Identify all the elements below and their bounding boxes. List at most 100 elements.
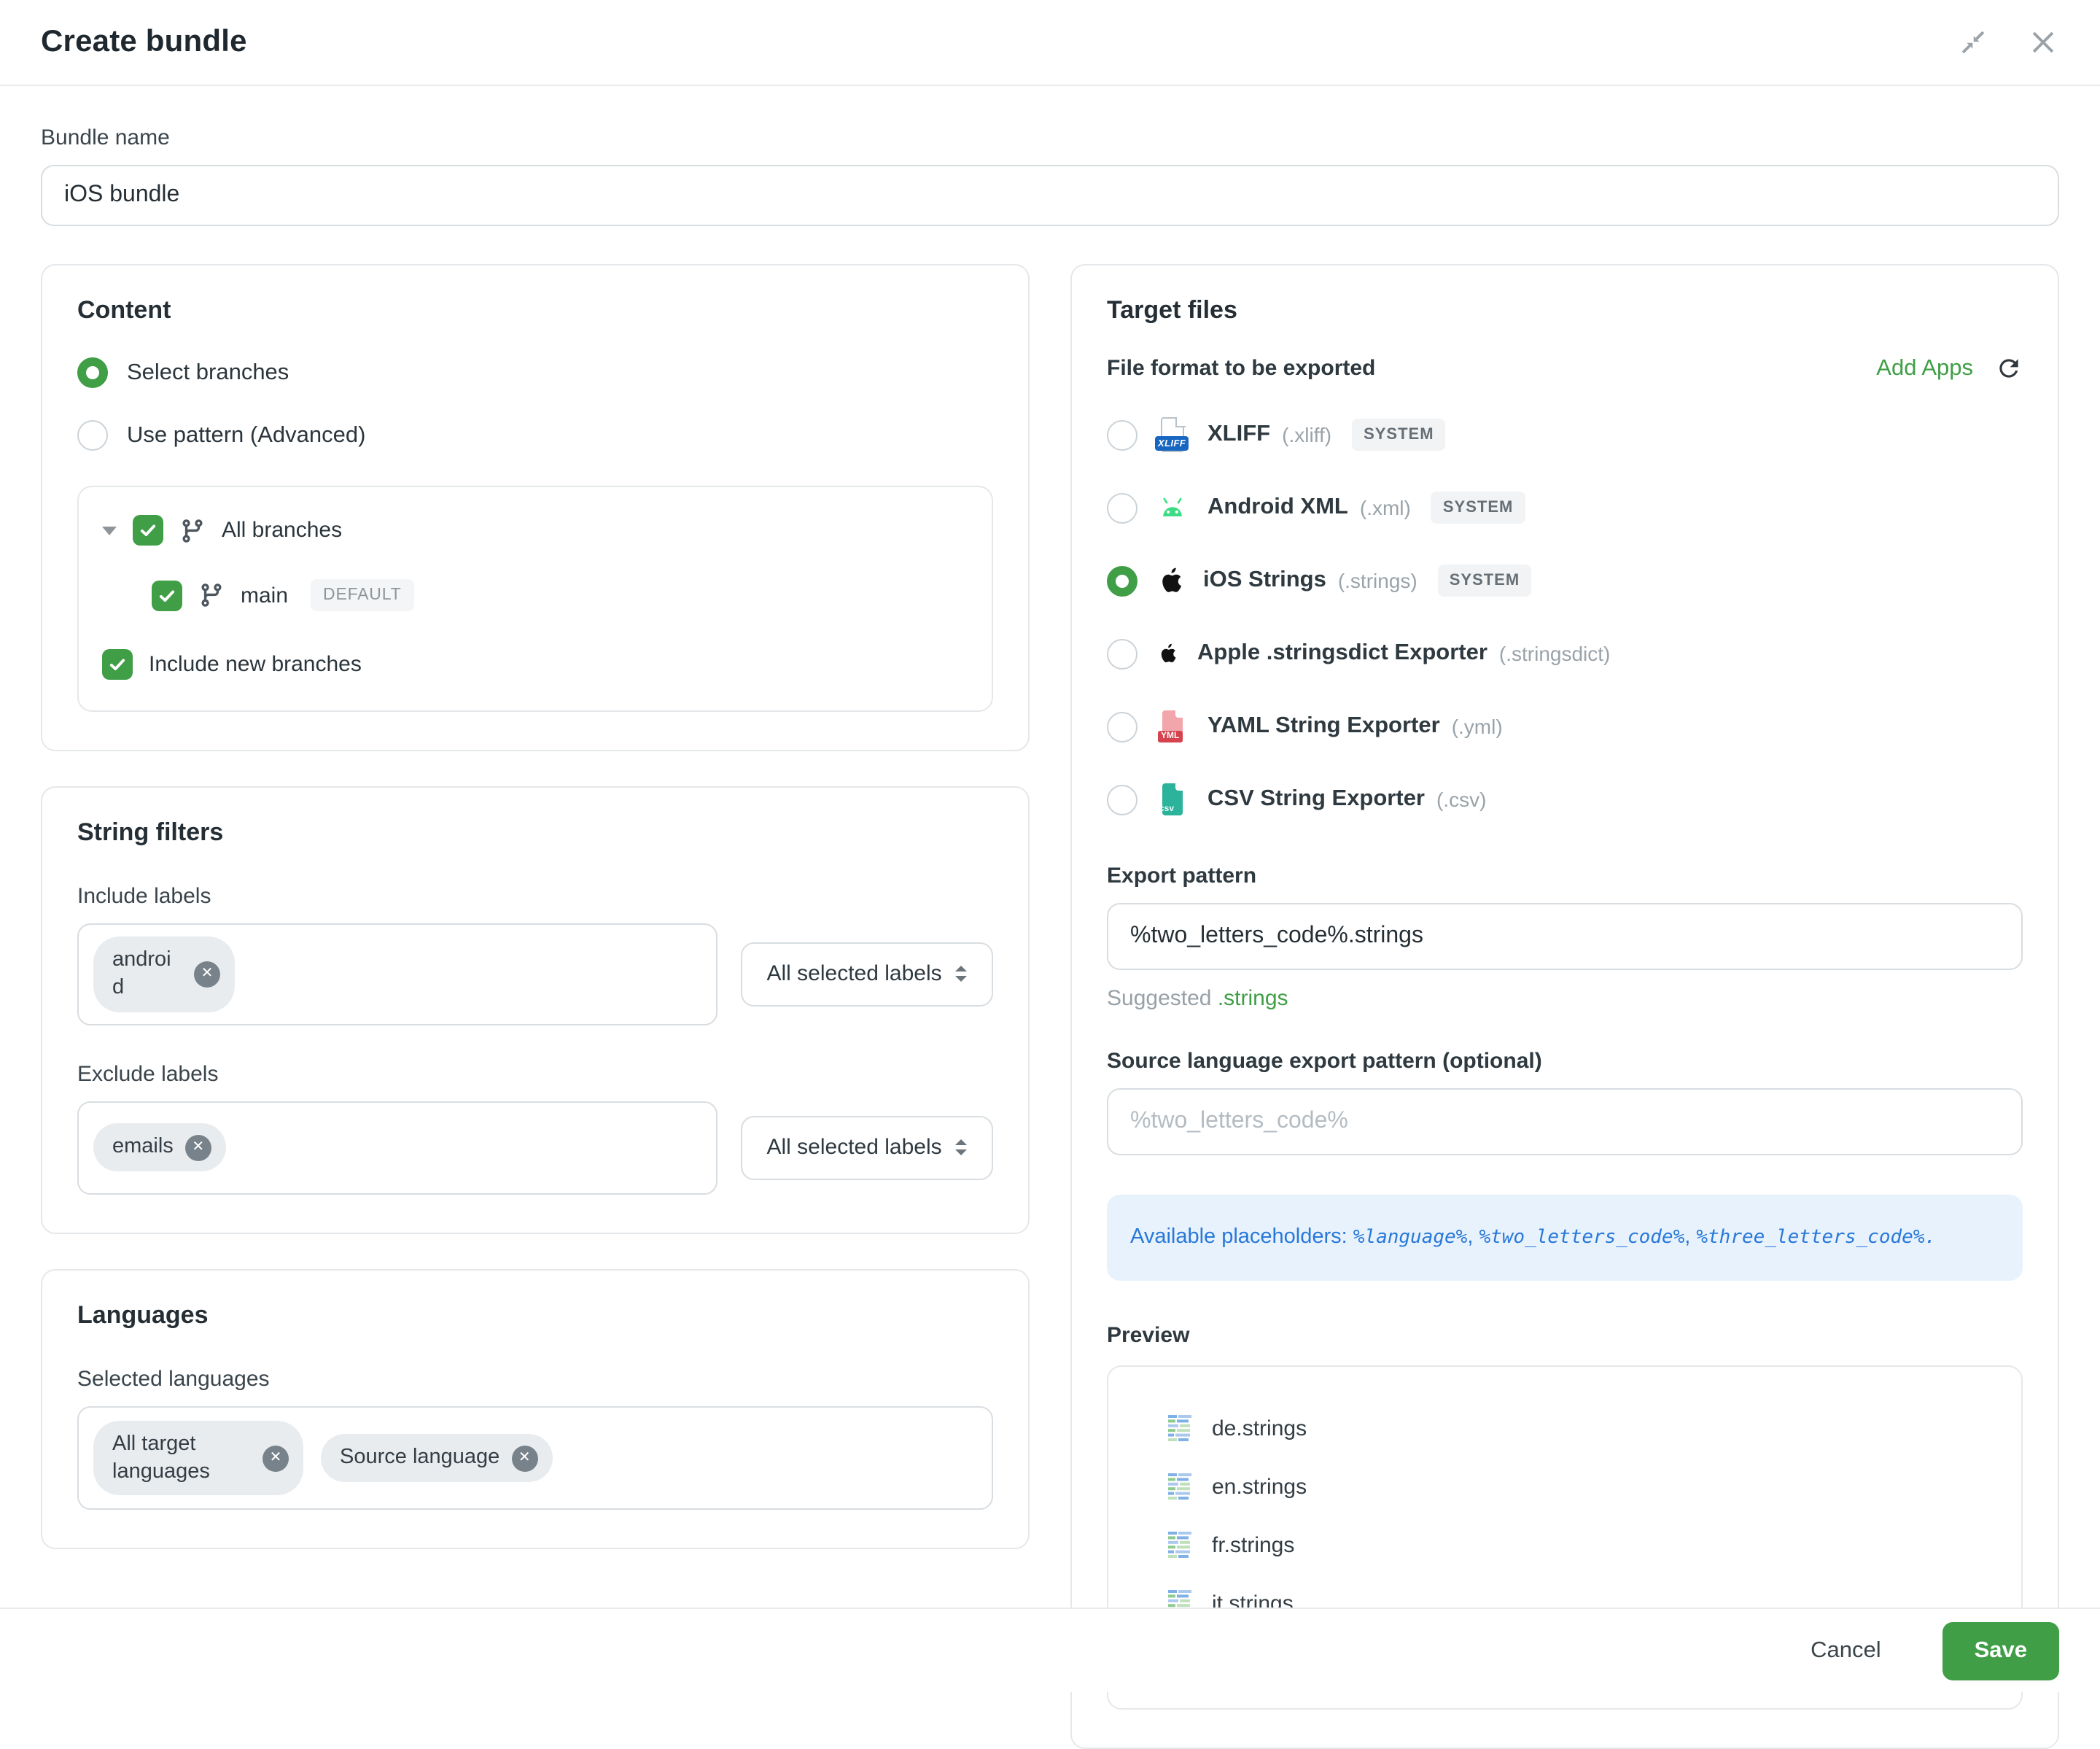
- git-branch-icon: [198, 582, 225, 608]
- dropdown-value: All selected labels: [767, 1135, 942, 1160]
- placeholders-note: Available placeholders: %language%, %two…: [1107, 1195, 2023, 1281]
- preview-label: Preview: [1107, 1323, 2023, 1348]
- remove-chip-icon[interactable]: ✕: [194, 961, 220, 988]
- export-pattern-input[interactable]: [1107, 903, 2023, 970]
- preview-file-row: en.strings: [1168, 1472, 1998, 1502]
- strings-file-icon: [1168, 1530, 1193, 1561]
- add-apps-link[interactable]: Add Apps: [1876, 355, 1973, 381]
- chip-text: android: [112, 947, 182, 1001]
- format-row-stringsdict[interactable]: Apple .stringsdict Exporter (.stringsdic…: [1107, 633, 2023, 674]
- main-branch-checkbox[interactable]: [152, 580, 182, 610]
- branch-tree: All branches main DEFAULT: [77, 486, 993, 712]
- include-new-branches-checkbox[interactable]: [102, 649, 133, 680]
- format-row-yaml[interactable]: YML YAML String Exporter (.yml): [1107, 706, 2023, 747]
- format-row-android-xml[interactable]: Android XML (.xml) SYSTEM: [1107, 487, 2023, 528]
- file-format-label: File format to be exported: [1107, 356, 1375, 381]
- radio-unselected-icon[interactable]: [77, 420, 108, 451]
- android-icon: [1158, 495, 1187, 520]
- format-ext: (.xliff): [1282, 423, 1331, 446]
- remove-chip-icon[interactable]: ✕: [262, 1445, 289, 1471]
- source-pattern-input[interactable]: [1107, 1088, 2023, 1155]
- default-badge: DEFAULT: [310, 579, 414, 611]
- string-filters-title: String filters: [77, 818, 993, 848]
- bundle-name-label: Bundle name: [41, 125, 2059, 150]
- label-chip-android: android ✕: [93, 936, 235, 1012]
- note-prefix: Available placeholders:: [1130, 1225, 1348, 1249]
- xliff-file-icon: XLIFF: [1158, 417, 1187, 452]
- exclude-labels-mode-dropdown[interactable]: All selected labels: [740, 1115, 993, 1179]
- format-ext: (.yml): [1452, 715, 1503, 738]
- placeholder-three-letters: %three_letters_code%: [1696, 1227, 1924, 1249]
- format-name: Apple .stringsdict Exporter: [1197, 640, 1488, 667]
- format-row-xliff[interactable]: XLIFF XLIFF (.xliff) SYSTEM: [1107, 414, 2023, 455]
- target-files-title: Target files: [1107, 296, 2023, 325]
- tree-row-main: main DEFAULT: [152, 579, 968, 611]
- language-chip-source: Source language ✕: [321, 1434, 552, 1482]
- dialog-title: Create bundle: [41, 25, 247, 60]
- radio-use-pattern[interactable]: Use pattern (Advanced): [77, 420, 993, 451]
- suggested-strings-link[interactable]: .strings: [1218, 986, 1288, 1011]
- chip-text: emails: [112, 1134, 174, 1162]
- target-files-card: Target files File format to be exported …: [1070, 264, 2059, 1749]
- include-labels-input[interactable]: android ✕: [77, 923, 717, 1025]
- format-name: iOS Strings: [1203, 567, 1326, 594]
- system-badge: SYSTEM: [1438, 565, 1531, 597]
- label-chip-emails: emails ✕: [93, 1124, 226, 1172]
- chip-text: Source language: [340, 1444, 499, 1472]
- source-pattern-label: Source language export pattern (optional…: [1107, 1049, 2023, 1074]
- languages-card: Languages Selected languages All target …: [41, 1268, 1030, 1549]
- radio-select-branches-label: Select branches: [127, 360, 289, 386]
- format-name: XLIFF: [1208, 422, 1270, 448]
- suggested-prefix: Suggested: [1107, 986, 1211, 1011]
- format-radio-selected[interactable]: [1107, 565, 1138, 596]
- strings-file-icon: [1168, 1472, 1193, 1502]
- selected-languages-label: Selected languages: [77, 1366, 993, 1391]
- format-row-ios-strings[interactable]: iOS Strings (.strings) SYSTEM: [1107, 560, 2023, 601]
- close-icon[interactable]: [2027, 26, 2059, 58]
- format-name: YAML String Exporter: [1208, 713, 1440, 740]
- format-radio[interactable]: [1107, 784, 1138, 815]
- create-bundle-dialog: Create bundle Bundle name: [0, 0, 2100, 1692]
- collapse-icon[interactable]: [1957, 26, 1989, 58]
- radio-use-pattern-label: Use pattern (Advanced): [127, 422, 365, 449]
- radio-selected-icon[interactable]: [77, 357, 108, 388]
- all-branches-label: All branches: [222, 518, 342, 543]
- cancel-button[interactable]: Cancel: [1793, 1626, 1899, 1675]
- dropdown-value: All selected labels: [767, 962, 942, 987]
- remove-chip-icon[interactable]: ✕: [185, 1134, 211, 1160]
- preview-file-name: en.strings: [1212, 1475, 1307, 1500]
- tree-row-include-new: Include new branches: [102, 649, 968, 680]
- system-badge: SYSTEM: [1352, 419, 1445, 451]
- format-row-csv[interactable]: csv CSV String Exporter (.csv): [1107, 779, 2023, 820]
- format-ext: (.stringsdict): [1499, 642, 1610, 665]
- placeholder-two-letters: %two_letters_code%: [1479, 1227, 1684, 1249]
- format-ext: (.xml): [1360, 496, 1411, 519]
- format-radio[interactable]: [1107, 638, 1138, 669]
- all-branches-checkbox[interactable]: [133, 515, 163, 546]
- content-title: Content: [77, 296, 993, 325]
- remove-chip-icon[interactable]: ✕: [511, 1445, 537, 1471]
- format-radio[interactable]: [1107, 492, 1138, 523]
- exclude-labels-input[interactable]: emails ✕: [77, 1101, 717, 1194]
- format-ext: (.csv): [1436, 788, 1486, 811]
- radio-select-branches[interactable]: Select branches: [77, 357, 993, 388]
- include-labels-mode-dropdown[interactable]: All selected labels: [740, 942, 993, 1007]
- refresh-icon[interactable]: [1995, 354, 2023, 382]
- format-radio[interactable]: [1107, 711, 1138, 742]
- save-button[interactable]: Save: [1942, 1621, 2059, 1680]
- system-badge: SYSTEM: [1431, 492, 1525, 524]
- chevron-down-icon[interactable]: [102, 526, 117, 535]
- strings-file-icon: [1168, 1413, 1193, 1444]
- apple-icon: [1158, 642, 1177, 665]
- chip-text: All target languages: [112, 1430, 251, 1485]
- format-radio[interactable]: [1107, 419, 1138, 450]
- preview-file-row: de.strings: [1168, 1413, 1998, 1444]
- selected-languages-input[interactable]: All target languages ✕ Source language ✕: [77, 1405, 993, 1510]
- preview-file-row: fr.strings: [1168, 1530, 1998, 1561]
- dialog-header: Create bundle: [0, 0, 2100, 86]
- dialog-footer: Cancel Save: [0, 1608, 2100, 1692]
- languages-title: Languages: [77, 1300, 993, 1330]
- git-branch-icon: [179, 517, 206, 543]
- tree-row-all-branches: All branches: [102, 515, 968, 546]
- bundle-name-input[interactable]: [41, 165, 2059, 226]
